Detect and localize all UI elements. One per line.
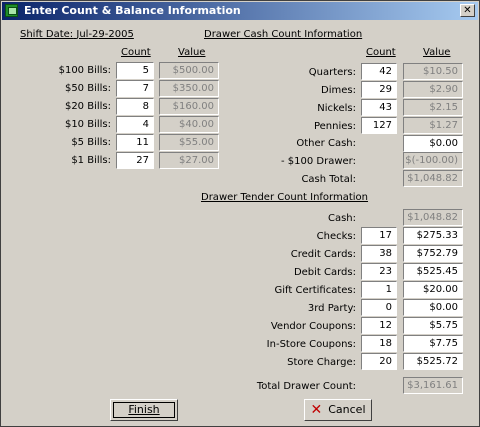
dimes-count-input[interactable]: 29 — [361, 81, 397, 98]
third-party-label: 3rd Party: — [307, 303, 356, 314]
tender-section-title: Drawer Tender Count Information — [201, 192, 369, 203]
tender-cash-label: Cash: — [327, 213, 356, 224]
gift-certificates-count-input[interactable]: 1 — [361, 281, 397, 298]
vendor-coupons-label: Vendor Coupons: — [270, 321, 356, 332]
checks-label: Checks: — [316, 231, 356, 242]
debit-cards-value-input[interactable]: $525.45 — [403, 263, 463, 280]
bills-10-count-input[interactable]: 4 — [116, 116, 154, 133]
bills-1-value: $27.00 — [159, 152, 219, 169]
nickels-count-input[interactable]: 43 — [361, 99, 397, 116]
checks-value-input[interactable]: $275.33 — [403, 227, 463, 244]
bills-value-header: Value — [178, 47, 206, 58]
debit-cards-label: Debit Cards: — [293, 267, 356, 278]
credit-cards-value-input[interactable]: $752.79 — [403, 245, 463, 262]
cash-total-value: $1,048.82 — [403, 170, 463, 187]
bills-10-label: $10 Bills: — [64, 119, 111, 130]
cancel-button-label: Cancel — [328, 403, 366, 416]
bills-10-value: $40.00 — [159, 116, 219, 133]
other-cash-label: Other Cash: — [296, 138, 356, 149]
finish-button[interactable]: Finish — [110, 399, 178, 421]
cancel-button[interactable]: ✕ Cancel — [304, 399, 372, 421]
total-drawer-count-value: $3,161.61 — [403, 377, 463, 394]
title-bar[interactable]: Enter Count & Balance Information ✕ — [2, 2, 478, 20]
checks-count-input[interactable]: 17 — [361, 227, 397, 244]
bills-50-count-input[interactable]: 7 — [116, 80, 154, 97]
in-store-coupons-count-input[interactable]: 18 — [361, 335, 397, 352]
bills-1-label: $1 Bills: — [71, 155, 111, 166]
quarters-count-input[interactable]: 42 — [361, 63, 397, 80]
store-charge-label: Store Charge: — [287, 357, 356, 368]
shift-date: Shift Date: Jul-29-2005 — [20, 29, 134, 40]
total-drawer-count-label: Total Drawer Count: — [256, 381, 356, 392]
window-title: Enter Count & Balance Information — [24, 4, 241, 17]
tender-cash-value: $1,048.82 — [403, 209, 463, 226]
credit-cards-label: Credit Cards: — [290, 249, 356, 260]
dimes-label: Dimes: — [321, 85, 356, 96]
bills-20-value: $160.00 — [159, 98, 219, 115]
cash-count-header: Count — [366, 47, 396, 58]
cash-section-title: Drawer Cash Count Information — [204, 29, 363, 40]
vendor-coupons-value-input[interactable]: $5.75 — [403, 317, 463, 334]
nickels-value: $2.15 — [403, 99, 463, 116]
dialog-window: Enter Count & Balance Information ✕ Shif… — [0, 0, 480, 427]
third-party-value-input[interactable]: $0.00 — [403, 299, 463, 316]
dimes-value: $2.90 — [403, 81, 463, 98]
bills-20-label: $20 Bills: — [64, 101, 111, 112]
pennies-count-input[interactable]: 127 — [361, 117, 397, 134]
gift-certificates-value-input[interactable]: $20.00 — [403, 281, 463, 298]
quarters-value: $10.50 — [403, 63, 463, 80]
bills-5-value: $55.00 — [159, 134, 219, 151]
cancel-icon: ✕ — [310, 402, 323, 418]
in-store-coupons-value-input[interactable]: $7.75 — [403, 335, 463, 352]
bills-count-header: Count — [121, 47, 151, 58]
shift-date-label: Shift Date: — [20, 29, 74, 40]
shift-date-value: Jul-29-2005 — [76, 29, 134, 40]
bills-100-count-input[interactable]: 5 — [116, 62, 154, 79]
pennies-value: $1.27 — [403, 117, 463, 134]
bills-50-value: $350.00 — [159, 80, 219, 97]
cash-total-label: Cash Total: — [301, 174, 356, 185]
bills-50-label: $50 Bills: — [64, 83, 111, 94]
app-icon — [5, 4, 18, 17]
drawer-100-label: - $100 Drawer: — [281, 156, 356, 167]
credit-cards-count-input[interactable]: 38 — [361, 245, 397, 262]
vendor-coupons-count-input[interactable]: 12 — [361, 317, 397, 334]
quarters-label: Quarters: — [308, 67, 356, 78]
third-party-count-input[interactable]: 0 — [361, 299, 397, 316]
close-button[interactable]: ✕ — [460, 4, 475, 17]
nickels-label: Nickels: — [317, 103, 356, 114]
cash-value-header: Value — [423, 47, 451, 58]
other-cash-input[interactable]: $0.00 — [403, 135, 463, 152]
finish-button-label: Finish — [128, 403, 160, 416]
bills-20-count-input[interactable]: 8 — [116, 98, 154, 115]
bills-5-count-input[interactable]: 11 — [116, 134, 154, 151]
debit-cards-count-input[interactable]: 23 — [361, 263, 397, 280]
bills-100-label: $100 Bills: — [58, 65, 111, 76]
pennies-label: Pennies: — [313, 121, 356, 132]
bills-1-count-input[interactable]: 27 — [116, 152, 154, 169]
drawer-100-value: $(-100.00) — [403, 152, 463, 169]
store-charge-value-input[interactable]: $525.72 — [403, 353, 463, 370]
in-store-coupons-label: In-Store Coupons: — [266, 339, 356, 350]
bills-100-value: $500.00 — [159, 62, 219, 79]
bills-5-label: $5 Bills: — [71, 137, 111, 148]
gift-certificates-label: Gift Certificates: — [274, 285, 357, 296]
store-charge-count-input[interactable]: 20 — [361, 353, 397, 370]
